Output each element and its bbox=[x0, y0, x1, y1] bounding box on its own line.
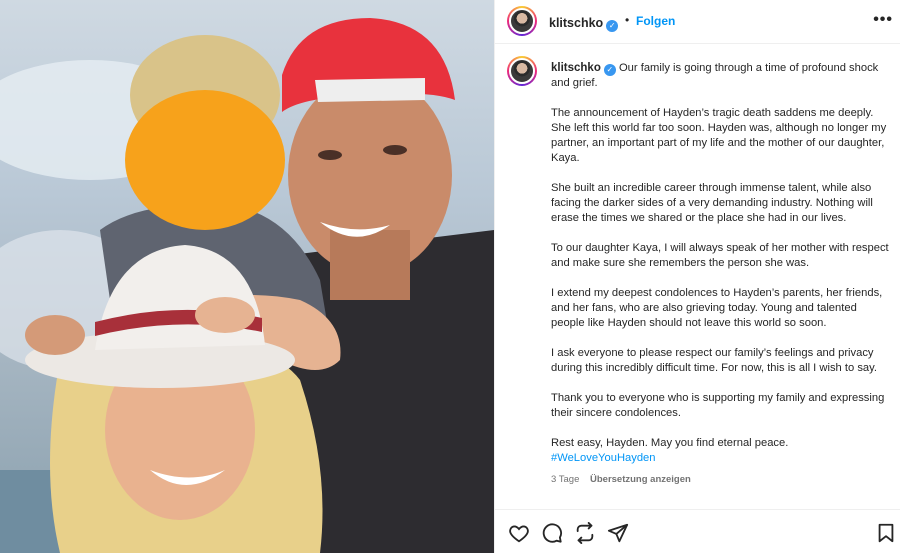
header-separator: • bbox=[625, 13, 630, 27]
translate-button[interactable]: Übersetzung anzeigen bbox=[590, 474, 691, 485]
caption-closing: Rest easy, Hayden. May you find eternal … bbox=[551, 436, 889, 466]
caption-paragraph: To our daughter Kaya, I will always spea… bbox=[551, 242, 889, 269]
header-username[interactable]: klitschko bbox=[549, 16, 603, 30]
action-bar bbox=[495, 509, 900, 553]
caption-paragraph: Thank you to everyone who is supporting … bbox=[551, 392, 885, 419]
caption-paragraph: She built an incredible career through i… bbox=[551, 182, 873, 224]
follow-button[interactable]: Folgen bbox=[636, 14, 675, 28]
comment-icon[interactable] bbox=[541, 522, 563, 544]
caption-avatar[interactable] bbox=[507, 56, 537, 86]
caption-username[interactable]: klitschko bbox=[551, 62, 601, 74]
post-header: klitschko ✓ • Folgen ••• bbox=[495, 0, 900, 44]
closing-text: Rest easy, Hayden. May you find eternal … bbox=[551, 437, 789, 449]
more-options-icon[interactable]: ••• bbox=[873, 11, 893, 29]
post-meta: 3 Tage Übersetzung anzeigen bbox=[551, 472, 889, 487]
hashtag-link[interactable]: #WeLoveYouHayden bbox=[551, 452, 656, 464]
avatar[interactable] bbox=[507, 6, 537, 36]
post-timestamp[interactable]: 3 Tage bbox=[551, 474, 579, 485]
heart-icon[interactable] bbox=[508, 522, 530, 544]
post-photo[interactable] bbox=[0, 0, 494, 553]
photo-illustration bbox=[0, 18, 494, 553]
caption-paragraph: I ask everyone to please respect our fam… bbox=[551, 347, 878, 374]
caption-paragraph: I extend my deepest condolences to Hayde… bbox=[551, 287, 883, 329]
post-caption: klitschko ✓ Our family is going through a… bbox=[551, 61, 889, 487]
caption-paragraph: klitschko ✓ Our family is going through a… bbox=[551, 61, 889, 91]
verified-badge-icon: ✓ bbox=[603, 64, 616, 76]
caption-paragraph: The announcement of Hayden’s tragic deat… bbox=[551, 107, 887, 164]
share-icon[interactable] bbox=[574, 522, 596, 544]
post-side-panel: klitschko ✓ • Folgen ••• klitschko ✓ Our f… bbox=[494, 0, 900, 553]
bookmark-icon[interactable] bbox=[875, 522, 897, 544]
verified-badge-icon: ✓ bbox=[606, 20, 619, 32]
comments-section: klitschko ✓ Our family is going through a… bbox=[495, 54, 900, 509]
send-icon[interactable] bbox=[607, 522, 629, 544]
